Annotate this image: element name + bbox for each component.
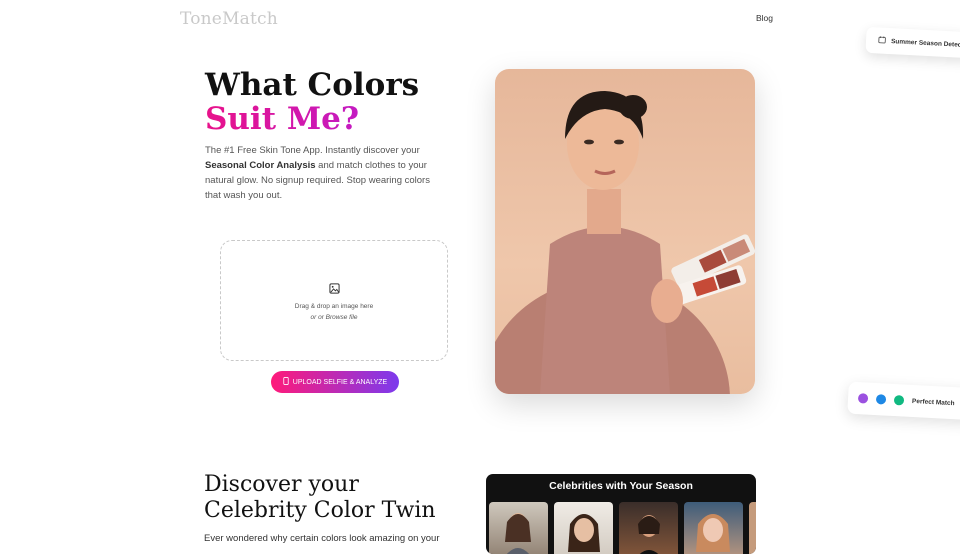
celebrity-card[interactable] [619,502,678,554]
season-toast-label: Summer Season Detected [891,38,960,49]
upload-selfie-button[interactable]: UPLOAD SELFIE & ANALYZE [271,371,399,393]
hero-description: The #1 Free Skin Tone App. Instantly dis… [205,143,445,203]
image-dropzone[interactable]: Drag & drop an image here or or Browse f… [220,240,448,361]
image-icon [329,281,340,299]
celebrity-section-title: Discover your Celebrity Color Twin [204,472,464,524]
match-dot-green [894,395,905,406]
celebrity-card[interactable] [684,502,743,554]
perfect-match-toast: Perfect Match [847,382,960,421]
celebrity-panel: Celebrities with Your Season [486,474,756,554]
match-toast-label: Perfect Match [912,397,955,406]
hero-desc-part1: The #1 Free Skin Tone App. Instantly dis… [205,145,420,156]
hero-title-line2: Suit Me? [205,102,419,136]
upload-button-label: UPLOAD SELFIE & ANALYZE [293,379,387,386]
hero-title: What Colors Suit Me? [205,68,419,136]
phone-icon [283,377,289,387]
celebrity-cards-row [489,502,756,554]
celebrity-card[interactable] [554,502,613,554]
drop-instructions: Drag & drop an image here [295,303,373,310]
celebrity-card[interactable] [749,502,756,554]
match-dot-purple [858,393,869,404]
hero-title-line1: What Colors [205,67,419,103]
season-calendar-icon [878,35,887,45]
hero-desc-bold: Seasonal Color Analysis [205,160,316,171]
hero-model-photo [495,69,755,394]
nav-blog-link[interactable]: Blog [756,13,773,23]
match-dot-blue [876,394,887,405]
celebrity-panel-title: Celebrities with Your Season [486,480,756,492]
celebrity-card[interactable] [489,502,548,554]
logo[interactable]: ToneMatch [180,9,278,29]
season-detected-toast: Summer Season Detected [865,27,960,59]
celebrity-section-desc: Ever wondered why certain colors look am… [204,533,464,544]
browse-file-link[interactable]: or or Browse file [311,314,358,321]
